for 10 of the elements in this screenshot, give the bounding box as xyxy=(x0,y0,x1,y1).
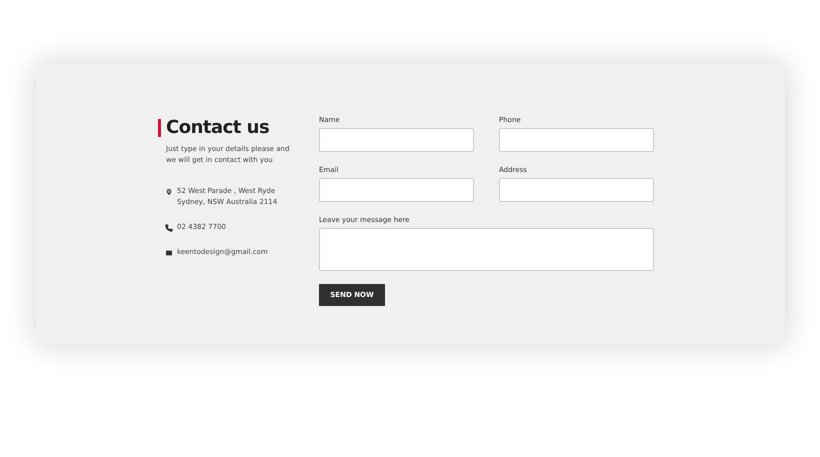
input-field[interactable] xyxy=(499,178,654,202)
input-field[interactable] xyxy=(499,128,654,152)
contact-heading: Contact us xyxy=(166,119,270,137)
map-pin-icon xyxy=(165,188,173,196)
input-field[interactable] xyxy=(319,178,474,202)
envelope-icon xyxy=(165,249,173,257)
message-field[interactable] xyxy=(319,228,654,271)
phone-icon xyxy=(165,224,173,232)
input-field[interactable] xyxy=(319,128,474,152)
accent-bar xyxy=(158,119,161,137)
